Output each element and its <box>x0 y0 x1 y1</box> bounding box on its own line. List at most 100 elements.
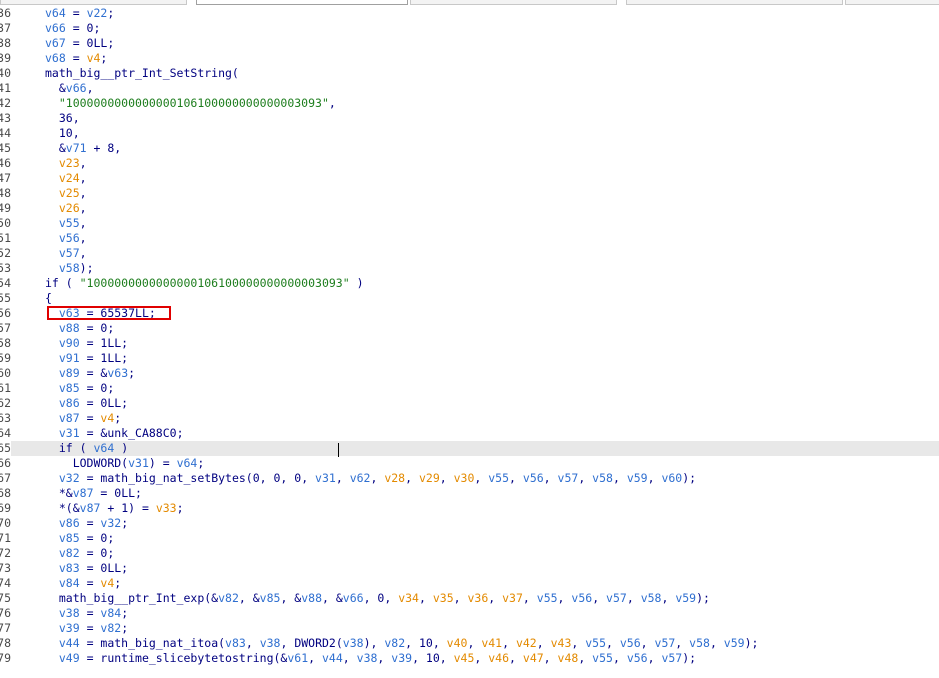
variable-token[interactable]: v57 <box>606 591 627 605</box>
variable-token[interactable]: v31 <box>315 471 336 485</box>
code-line[interactable]: 64 v31 = &unk_CA88C0; <box>0 426 939 441</box>
variable-token[interactable]: v42 <box>516 636 537 650</box>
variable-token[interactable]: v87 <box>80 501 101 515</box>
variable-token[interactable]: v63 <box>107 366 128 380</box>
variable-token[interactable]: v32 <box>59 471 80 485</box>
variable-token[interactable]: v57 <box>661 651 682 665</box>
variable-token[interactable]: v64 <box>93 441 114 455</box>
variable-token[interactable]: v39 <box>59 621 80 635</box>
variable-token[interactable]: v56 <box>627 651 648 665</box>
variable-token[interactable]: v64 <box>177 456 198 470</box>
tab-pseudocode-a[interactable] <box>0 0 187 5</box>
variable-token[interactable]: v56 <box>620 636 641 650</box>
variable-token[interactable]: v4 <box>100 576 114 590</box>
code-line[interactable]: 51 v56, <box>0 231 939 246</box>
variable-token[interactable]: v38 <box>357 651 378 665</box>
variable-token[interactable]: v85 <box>59 381 80 395</box>
variable-token[interactable]: v38 <box>343 636 364 650</box>
variable-token[interactable]: v29 <box>419 471 440 485</box>
variable-token[interactable]: v58 <box>592 471 613 485</box>
variable-token[interactable]: v84 <box>100 606 121 620</box>
variable-token[interactable]: v25 <box>59 186 80 200</box>
variable-token[interactable]: v58 <box>59 261 80 275</box>
variable-token[interactable]: v87 <box>73 486 94 500</box>
variable-token[interactable]: v61 <box>287 651 308 665</box>
string-literal[interactable]: "1000000000000000106100000000000003093" <box>80 276 350 290</box>
variable-token[interactable]: v66 <box>66 81 87 95</box>
variable-token[interactable]: v60 <box>661 471 682 485</box>
code-line[interactable]: 77 v39 = v82; <box>0 621 939 636</box>
variable-token[interactable]: v88 <box>59 321 80 335</box>
variable-token[interactable]: v59 <box>724 636 745 650</box>
variable-token[interactable]: v23 <box>59 156 80 170</box>
variable-token[interactable]: v45 <box>454 651 475 665</box>
variable-token[interactable]: v24 <box>59 171 80 185</box>
code-line[interactable]: 71 v85 = 0; <box>0 531 939 546</box>
variable-token[interactable]: v89 <box>59 366 80 380</box>
code-line[interactable]: 73 v83 = 0LL; <box>0 561 939 576</box>
variable-token[interactable]: v58 <box>689 636 710 650</box>
code-line[interactable]: 79 v49 = runtime_slicebytetostring(&v61,… <box>0 651 939 666</box>
code-line[interactable]: 50 v55, <box>0 216 939 231</box>
variable-token[interactable]: v62 <box>350 471 371 485</box>
variable-token[interactable]: v43 <box>551 636 572 650</box>
variable-token[interactable]: v57 <box>655 636 676 650</box>
variable-token[interactable]: v82 <box>100 621 121 635</box>
variable-token[interactable]: v30 <box>454 471 475 485</box>
tab-structures[interactable] <box>626 0 843 5</box>
code-line[interactable]: 63 v87 = v4; <box>0 411 939 426</box>
code-line[interactable]: 74 v84 = v4; <box>0 576 939 591</box>
code-line[interactable]: 59 v91 = 1LL; <box>0 351 939 366</box>
code-line[interactable]: 65 if ( v64 ) <box>0 441 939 456</box>
variable-token[interactable]: v86 <box>59 516 80 530</box>
variable-token[interactable]: v38 <box>260 636 281 650</box>
tab-pseudocode-active[interactable] <box>196 0 408 5</box>
tab-hex-view[interactable] <box>410 0 617 5</box>
variable-token[interactable]: v48 <box>558 651 579 665</box>
code-line[interactable]: 70 v86 = v32; <box>0 516 939 531</box>
variable-token[interactable]: v67 <box>45 36 66 50</box>
variable-token[interactable]: v55 <box>537 591 558 605</box>
variable-token[interactable]: v82 <box>59 546 80 560</box>
code-line[interactable]: 36 v64 = v22; <box>0 6 939 21</box>
code-line[interactable]: 76 v38 = v84; <box>0 606 939 621</box>
variable-token[interactable]: v83 <box>225 636 246 650</box>
code-line[interactable]: 62 v86 = 0LL; <box>0 396 939 411</box>
code-line[interactable]: 61 v85 = 0; <box>0 381 939 396</box>
code-line[interactable]: 43 36, <box>0 111 939 126</box>
variable-token[interactable]: v87 <box>59 411 80 425</box>
variable-token[interactable]: v38 <box>59 606 80 620</box>
code-line[interactable]: 48 v25, <box>0 186 939 201</box>
variable-token[interactable]: v44 <box>59 636 80 650</box>
variable-token[interactable]: v58 <box>641 591 662 605</box>
code-line[interactable]: 72 v82 = 0; <box>0 546 939 561</box>
code-line[interactable]: 58 v90 = 1LL; <box>0 336 939 351</box>
variable-token[interactable]: v55 <box>488 471 509 485</box>
code-line[interactable]: 40 math_big__ptr_Int_SetString( <box>0 66 939 81</box>
variable-token[interactable]: v31 <box>128 456 149 470</box>
variable-token[interactable]: v85 <box>59 531 80 545</box>
variable-token[interactable]: v56 <box>59 231 80 245</box>
variable-token[interactable]: v22 <box>87 6 108 20</box>
code-line[interactable]: 45 &v71 + 8, <box>0 141 939 156</box>
code-line[interactable]: 75 math_big__ptr_Int_exp(&v82, &v85, &v8… <box>0 591 939 606</box>
variable-token[interactable]: v55 <box>592 651 613 665</box>
code-line[interactable]: 55 { <box>0 291 939 306</box>
code-line[interactable]: 37 v66 = 0; <box>0 21 939 36</box>
variable-token[interactable]: v68 <box>45 51 66 65</box>
variable-token[interactable]: v4 <box>100 411 114 425</box>
variable-token[interactable]: v57 <box>558 471 579 485</box>
variable-token[interactable]: v59 <box>675 591 696 605</box>
variable-token[interactable]: v86 <box>59 396 80 410</box>
variable-token[interactable]: v26 <box>59 201 80 215</box>
variable-token[interactable]: v57 <box>59 246 80 260</box>
variable-token[interactable]: v88 <box>301 591 322 605</box>
variable-token[interactable]: v34 <box>398 591 419 605</box>
variable-token[interactable]: v71 <box>66 141 87 155</box>
code-line[interactable]: 46 v23, <box>0 156 939 171</box>
variable-token[interactable]: v39 <box>391 651 412 665</box>
code-line[interactable]: 41 &v66, <box>0 81 939 96</box>
code-line[interactable]: 78 v44 = math_big_nat_itoa(v83, v38, DWO… <box>0 636 939 651</box>
variable-token[interactable]: v37 <box>502 591 523 605</box>
string-literal[interactable]: "1000000000000000106100000000000003093" <box>59 96 329 110</box>
